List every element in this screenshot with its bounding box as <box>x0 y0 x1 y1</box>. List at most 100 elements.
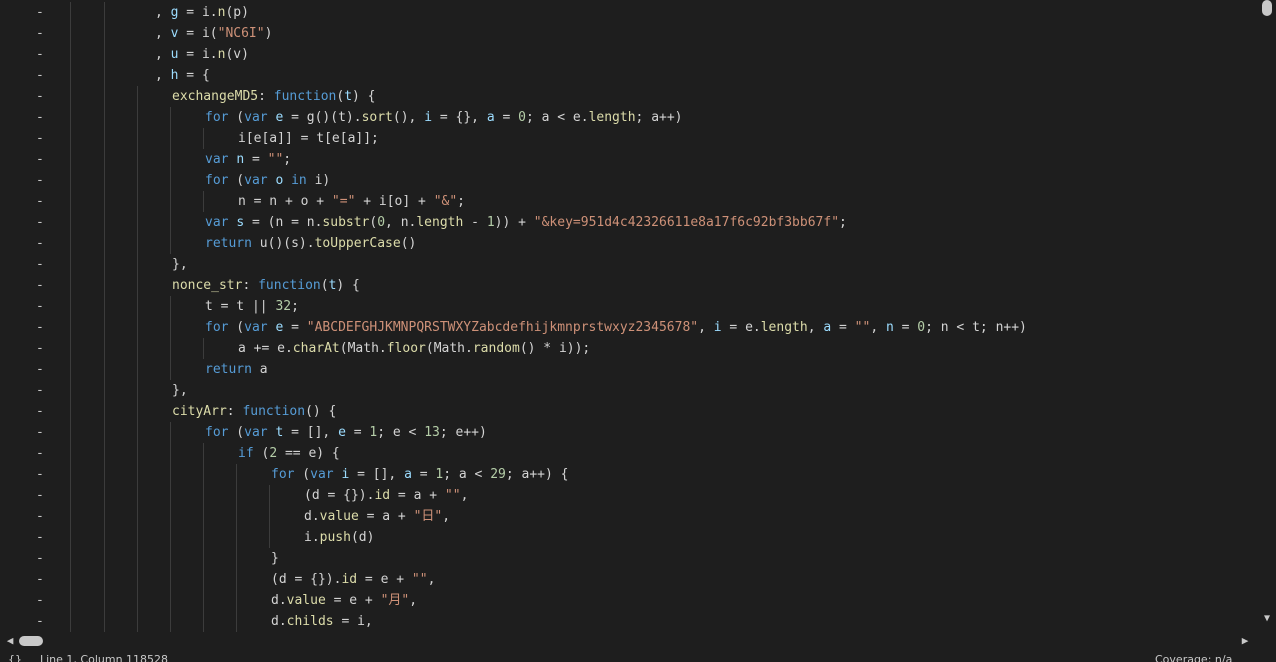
code-token: function <box>273 89 337 104</box>
indent-guide <box>70 380 71 401</box>
code-token: a <box>823 320 832 335</box>
code-token: = [], <box>283 425 339 440</box>
code-line[interactable]: - return u()(s).toUpperCase() <box>0 233 1258 254</box>
code-text: }, <box>172 380 188 401</box>
indent-guide <box>170 590 171 611</box>
chevron-left-icon[interactable]: ◀ <box>4 634 16 648</box>
indent-guide <box>170 464 171 485</box>
gutter-marker: - <box>36 362 44 377</box>
code-token: "日" <box>413 509 443 524</box>
vertical-scrollbar[interactable]: ▲ ▼ <box>1258 0 1276 632</box>
code-token: = e + <box>357 572 412 587</box>
code-line[interactable]: - d.value = e + "月", <box>0 590 1258 611</box>
code-line[interactable]: -} <box>0 548 1258 569</box>
code-editor[interactable]: - , g = i.n(p) - , v = i("NC6I") - , u = i.n(… <box>0 0 1258 632</box>
indent-guide <box>104 2 105 23</box>
code-line[interactable]: - , g = i.n(p) <box>0 2 1258 23</box>
code-line[interactable]: - d.childs = i, <box>0 611 1258 632</box>
code-line[interactable]: - var s = (n = n.substr(0, n.length - 1))… <box>0 212 1258 233</box>
indent-guide <box>170 506 171 527</box>
code-token: nonce_str <box>172 278 243 293</box>
code-line[interactable]: - , u = i.n(v) <box>0 44 1258 65</box>
indent-guide <box>137 464 138 485</box>
code-line[interactable]: - nonce_str: function(t) { <box>0 275 1258 296</box>
indent-guide <box>137 296 138 317</box>
code-line[interactable]: - (d = {}).id = a + "", <box>0 485 1258 506</box>
code-token: var <box>244 320 268 335</box>
code-token: value <box>286 593 326 608</box>
code-line[interactable]: - return a <box>0 359 1258 380</box>
code-text: if (2 == e) { <box>238 443 340 464</box>
code-line[interactable]: - n = n + o + "=" + i[o] + "&"; <box>0 191 1258 212</box>
code-line[interactable]: - var n = ""; <box>0 149 1258 170</box>
code-token: , <box>155 26 171 41</box>
pretty-print-icon[interactable]: {} <box>8 654 22 662</box>
code-token: i) <box>306 173 331 188</box>
code-line[interactable]: - d.value = a + "日", <box>0 506 1258 527</box>
indent-guide <box>104 44 105 65</box>
code-token: i <box>201 26 210 41</box>
code-line[interactable]: - for (var e = g()(t).sort(), i = {}, a =… <box>0 107 1258 128</box>
indent-guide <box>104 317 105 338</box>
code-line[interactable]: -}, <box>0 254 1258 275</box>
code-line[interactable]: - for (var i = [], a = 1; a < 29; a++) { <box>0 464 1258 485</box>
code-token: : <box>226 404 243 419</box>
chevron-right-icon[interactable]: ▶ <box>1239 634 1251 648</box>
chevron-down-icon[interactable]: ▼ <box>1261 613 1273 625</box>
horizontal-scroll-thumb[interactable] <box>19 636 43 646</box>
indent-guide <box>70 590 71 611</box>
indent-guide <box>203 527 204 548</box>
indent-guide <box>104 170 105 191</box>
vertical-scroll-thumb[interactable] <box>1262 0 1272 16</box>
indent-guide <box>104 128 105 149</box>
indent-guide <box>104 107 105 128</box>
indent-guide <box>170 170 171 191</box>
code-line[interactable]: - i.push(d) <box>0 527 1258 548</box>
code-line[interactable]: -a += e.charAt(Math.floor(Math.random() … <box>0 338 1258 359</box>
indent-guide <box>236 611 237 632</box>
code-line[interactable]: - for (var t = [], e = 1; e < 13; e++) <box>0 422 1258 443</box>
code-token: "" <box>854 320 871 335</box>
code-token: d. <box>271 614 287 629</box>
indent-guide <box>104 65 105 86</box>
indent-guide <box>104 254 105 275</box>
code-text: , v = i("NC6I") <box>155 23 272 44</box>
code-line[interactable]: - for (var e = "ABCDEFGHJKMNPQRSTWXYZabcd… <box>0 317 1258 338</box>
code-line[interactable]: - (d = {}).id = e + "", <box>0 569 1258 590</box>
code-line[interactable]: - , h = { <box>0 65 1258 86</box>
code-token: } <box>271 551 279 566</box>
gutter-marker: - <box>36 509 44 524</box>
code-token: = <box>244 152 268 167</box>
code-line[interactable]: -}, <box>0 380 1258 401</box>
code-line[interactable]: - if (2 == e) { <box>0 443 1258 464</box>
indent-guide <box>137 254 138 275</box>
code-token: , <box>442 509 451 524</box>
indent-guide <box>70 212 71 233</box>
gutter-marker: - <box>36 236 44 251</box>
code-token: = <box>831 320 855 335</box>
indent-guide <box>70 170 71 191</box>
code-line[interactable]: - for (var o in i) <box>0 170 1258 191</box>
code-text: (d = {}).id = e + "", <box>271 569 435 590</box>
code-token: for <box>205 320 229 335</box>
code-line[interactable]: - i[e[a]] = t[e[a]]; <box>0 128 1258 149</box>
code-line[interactable]: - , v = i("NC6I") <box>0 23 1258 44</box>
code-token: = i, <box>333 614 373 629</box>
indent-guide <box>236 590 237 611</box>
indent-guide <box>137 233 138 254</box>
indent-guide <box>104 506 105 527</box>
horizontal-scrollbar[interactable]: ◀ ▶ <box>0 632 1258 650</box>
code-token: ( <box>228 320 245 335</box>
indent-guide <box>104 611 105 632</box>
code-line[interactable]: - t = t || 32; <box>0 296 1258 317</box>
code-line[interactable]: - cityArr: function() { <box>0 401 1258 422</box>
indent-guide <box>137 380 138 401</box>
indent-guide <box>104 443 105 464</box>
gutter-marker: - <box>36 593 44 608</box>
code-line[interactable]: - exchangeMD5: function(t) { <box>0 86 1258 107</box>
code-token: function <box>242 404 306 419</box>
code-token: "&" <box>433 194 458 209</box>
code-token: var <box>205 215 229 230</box>
indent-guide <box>236 485 237 506</box>
gutter-marker: - <box>36 446 44 461</box>
